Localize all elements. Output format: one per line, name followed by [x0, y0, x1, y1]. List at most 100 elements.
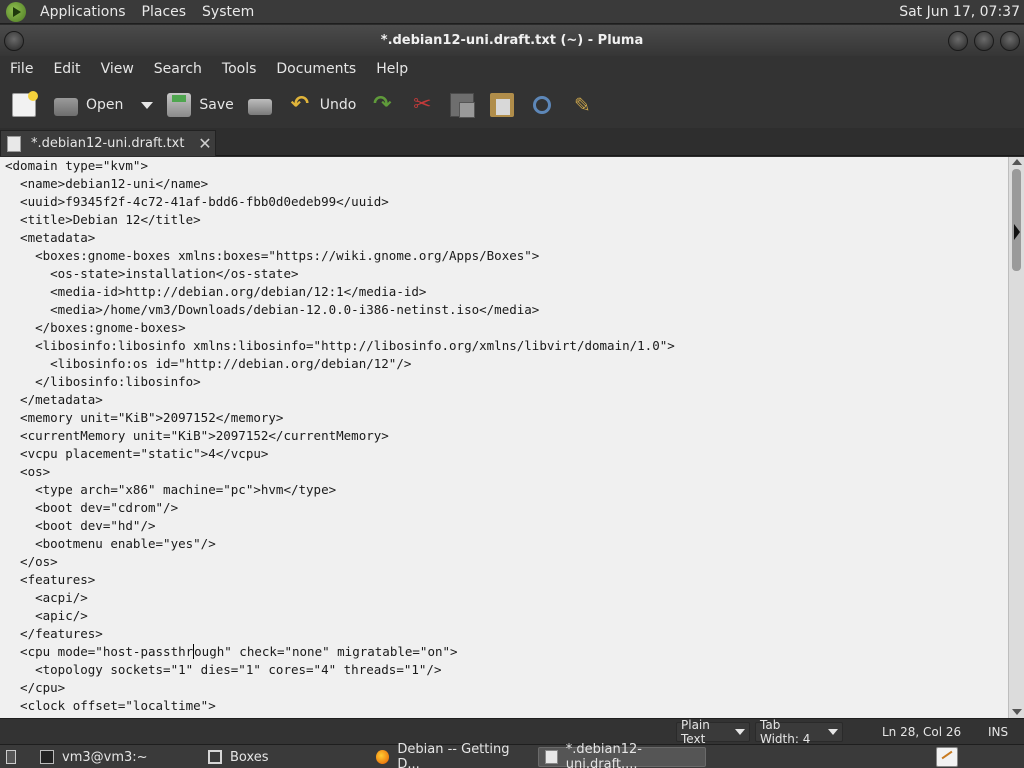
editor-line[interactable]: <os-state>installation</os-state>	[5, 266, 298, 281]
terminal-icon	[40, 750, 54, 764]
save-button[interactable]: Save	[163, 87, 243, 123]
menu-documents[interactable]: Documents	[266, 56, 366, 82]
menu-edit[interactable]: Edit	[43, 56, 90, 82]
taskbar-item-pluma[interactable]: *.debian12-uni.draft....	[538, 742, 706, 768]
firefox-icon	[376, 750, 390, 764]
taskbar-item-label: Boxes	[230, 749, 269, 765]
editor-line[interactable]: <metadata>	[5, 230, 95, 245]
new-button[interactable]	[8, 87, 40, 123]
open-recent-dropdown[interactable]	[133, 87, 163, 123]
window-titlebar[interactable]: *.debian12-uni.draft.txt (~) - Pluma	[0, 25, 1024, 56]
applications-menu[interactable]: Applications	[32, 0, 134, 24]
editor-line[interactable]: <boxes:gnome-boxes xmlns:boxes="https://…	[5, 248, 539, 263]
chevron-down-icon	[828, 729, 838, 735]
menu-tools[interactable]: Tools	[212, 56, 267, 82]
show-desktop-button[interactable]	[0, 747, 30, 767]
chevron-down-icon	[735, 729, 745, 735]
close-window-icon[interactable]	[1000, 31, 1020, 51]
taskbar-item-firefox[interactable]: Debian -- Getting D...	[370, 742, 536, 768]
editor-line[interactable]: <boot dev="hd"/>	[5, 518, 155, 533]
editor-line[interactable]: <boot dev="cdrom"/>	[5, 500, 178, 515]
bottom-panel: vm3@vm3:~ Boxes Debian -- Getting D... *…	[0, 742, 1024, 768]
redo-button[interactable]: ↷	[366, 87, 398, 123]
open-button[interactable]: Open	[50, 87, 133, 123]
tab-width-selector[interactable]: Tab Width: 4	[755, 718, 843, 746]
editor-line[interactable]: <vcpu placement="static">4</vcpu>	[5, 446, 268, 461]
text-editor[interactable]: <domain type="kvm"> <name>debian12-uni</…	[0, 157, 1008, 718]
editor-line[interactable]: </libosinfo:libosinfo>	[5, 374, 201, 389]
scroll-down-icon[interactable]	[1012, 709, 1022, 715]
boxes-icon	[208, 750, 222, 764]
editor-line[interactable]: <features>	[5, 572, 95, 587]
places-menu[interactable]: Places	[134, 0, 195, 24]
replace-button[interactable]: ✎	[566, 87, 598, 123]
editor-line[interactable]: <cpu mode="host-passthrough" check="none…	[5, 644, 458, 659]
tab-document[interactable]: *.debian12-uni.draft.txt ✕	[0, 130, 216, 156]
editor-line[interactable]: </cpu>	[5, 680, 65, 695]
editor-line[interactable]: <bootmenu enable="yes"/>	[5, 536, 216, 551]
menu-file[interactable]: File	[0, 56, 43, 82]
editor-line[interactable]: <media>/home/vm3/Downloads/debian-12.0.0…	[5, 302, 539, 317]
taskbar-item-terminal[interactable]: vm3@vm3:~	[34, 747, 199, 767]
scrollbar-thumb[interactable]	[1012, 169, 1021, 271]
paste-button[interactable]	[486, 87, 518, 123]
editor-line[interactable]: <memory unit="KiB">2097152</memory>	[5, 410, 283, 425]
minimize-icon[interactable]	[948, 31, 968, 51]
menu-search[interactable]: Search	[144, 56, 212, 82]
system-menu[interactable]: System	[194, 0, 262, 24]
document-tabbar: *.debian12-uni.draft.txt ✕	[0, 128, 1024, 156]
print-button[interactable]	[244, 87, 276, 123]
editor-line[interactable]: <acpi/>	[5, 590, 88, 605]
editor-text[interactable]: <domain type="kvm"> <name>debian12-uni</…	[0, 157, 1008, 715]
editor-line[interactable]: </boxes:gnome-boxes>	[5, 320, 186, 335]
undo-button[interactable]: ↶ Undo	[284, 87, 367, 123]
new-document-icon	[12, 91, 38, 117]
editor-line[interactable]: <media-id>http://debian.org/debian/12:1<…	[5, 284, 426, 299]
window-title: *.debian12-uni.draft.txt (~) - Pluma	[380, 33, 644, 48]
editor-line[interactable]: <apic/>	[5, 608, 88, 623]
cut-button[interactable]: ✂	[406, 87, 438, 123]
editor-line[interactable]: <domain type="kvm">	[5, 158, 148, 173]
editor-line[interactable]: <libosinfo:libosinfo xmlns:libosinfo="ht…	[5, 338, 675, 353]
editor-line[interactable]: </metadata>	[5, 392, 103, 407]
find-button[interactable]	[526, 87, 558, 123]
find-replace-icon: ✎	[573, 93, 591, 117]
show-desktop-icon	[6, 750, 16, 764]
undo-icon: ↶	[290, 92, 309, 117]
taskbar-item-boxes[interactable]: Boxes	[202, 747, 367, 767]
chevron-down-icon	[141, 101, 154, 109]
editor-line[interactable]: <uuid>f9345f2f-4c72-41af-bdd6-fbb0d0edeb…	[5, 194, 389, 209]
pluma-tray-icon[interactable]	[936, 747, 958, 767]
menubar: File Edit View Search Tools Documents He…	[0, 56, 1024, 82]
statusbar: Plain Text Tab Width: 4 Ln 28, Col 26 IN…	[0, 718, 1024, 746]
menu-view[interactable]: View	[91, 56, 144, 82]
search-icon	[533, 96, 552, 114]
clock[interactable]: Sat Jun 17, 07:37	[899, 0, 1020, 24]
menu-help[interactable]: Help	[366, 56, 418, 82]
toolbar: Open Save ↶ Undo ↷ ✂ ✎	[0, 82, 1024, 128]
editor-line[interactable]: <name>debian12-uni</name>	[5, 176, 208, 191]
maximize-icon[interactable]	[974, 31, 994, 51]
insert-mode: INS	[988, 725, 1009, 739]
editor-line[interactable]: <clock offset="localtime">	[5, 698, 216, 713]
taskbar-item-label: Debian -- Getting D...	[397, 742, 510, 768]
scroll-up-icon[interactable]	[1012, 159, 1022, 165]
editor-line[interactable]: <libosinfo:os id="http://debian.org/debi…	[5, 356, 411, 371]
editor-line[interactable]: <type arch="x86" machine="pc">hvm</type>	[5, 482, 336, 497]
vertical-scrollbar[interactable]	[1008, 157, 1024, 718]
copy-button[interactable]	[446, 87, 478, 123]
editor-line[interactable]: </features>	[5, 626, 103, 641]
undo-label: Undo	[319, 97, 357, 113]
language-selector[interactable]: Plain Text	[676, 718, 750, 746]
editor-line[interactable]: <currentMemory unit="KiB">2097152</curre…	[5, 428, 389, 443]
editor-line[interactable]: </os>	[5, 554, 58, 569]
distro-logo-icon[interactable]	[6, 1, 26, 22]
close-tab-icon[interactable]: ✕	[195, 134, 215, 153]
taskbar-item-label: vm3@vm3:~	[62, 749, 148, 765]
editor-line[interactable]: <title>Debian 12</title>	[5, 212, 201, 227]
window-menu-icon[interactable]	[4, 31, 24, 51]
scissors-icon: ✂	[413, 92, 432, 117]
editor-line[interactable]: <topology sockets="1" dies="1" cores="4"…	[5, 662, 441, 677]
editor-line[interactable]: <os>	[5, 464, 50, 479]
save-icon	[167, 93, 192, 117]
